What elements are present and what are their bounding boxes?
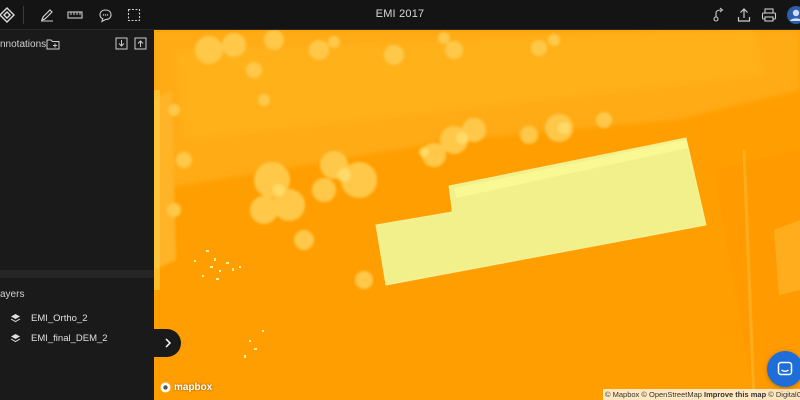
mapbox-icon	[160, 382, 171, 393]
expand-panel-button[interactable]	[154, 329, 181, 357]
export-icon[interactable]	[734, 5, 754, 25]
export-annotations-icon[interactable]	[134, 37, 147, 55]
chat-button[interactable]	[767, 351, 800, 387]
project-title: EMI 2017	[375, 8, 425, 20]
import-icon[interactable]	[115, 37, 128, 55]
digitalglobe-attribution-link[interactable]: © DigitalG	[768, 390, 800, 399]
map-canvas[interactable]	[154, 30, 800, 400]
mapbox-attribution-link[interactable]: © Mapbox	[605, 390, 639, 399]
annotations-heading: nnotations	[0, 39, 47, 50]
top-bar: EMI 2017	[0, 0, 800, 30]
layers-icon	[10, 313, 21, 322]
map-attribution: © Mapbox © OpenStreetMap Improve this ma…	[603, 389, 800, 400]
layers-icon	[10, 333, 21, 342]
layers-heading: ayers	[0, 289, 25, 300]
dem-raster	[154, 30, 800, 400]
chat-icon	[777, 361, 793, 376]
chevron-right-icon	[164, 338, 171, 348]
improve-map-link[interactable]: Improve this map	[704, 390, 766, 399]
layer-name: EMI_Ortho_2	[31, 312, 88, 324]
layer-item[interactable]: EMI_Ortho_2	[10, 310, 88, 326]
add-folder-icon[interactable]	[46, 37, 60, 55]
layer-item[interactable]: EMI_final_DEM_2	[10, 330, 108, 346]
share-icon[interactable]	[709, 5, 729, 25]
print-icon[interactable]	[759, 5, 779, 25]
mapbox-logo[interactable]: mapbox	[160, 382, 212, 393]
osm-attribution-link[interactable]: © OpenStreetMap	[641, 390, 702, 399]
layer-name: EMI_final_DEM_2	[31, 332, 108, 344]
avatar[interactable]	[786, 5, 800, 25]
mapbox-logo-text: mapbox	[174, 382, 213, 393]
sidebar: nnotations ayers EMI_Ortho_2 EMI_final_D…	[0, 30, 154, 400]
section-divider	[0, 270, 154, 278]
